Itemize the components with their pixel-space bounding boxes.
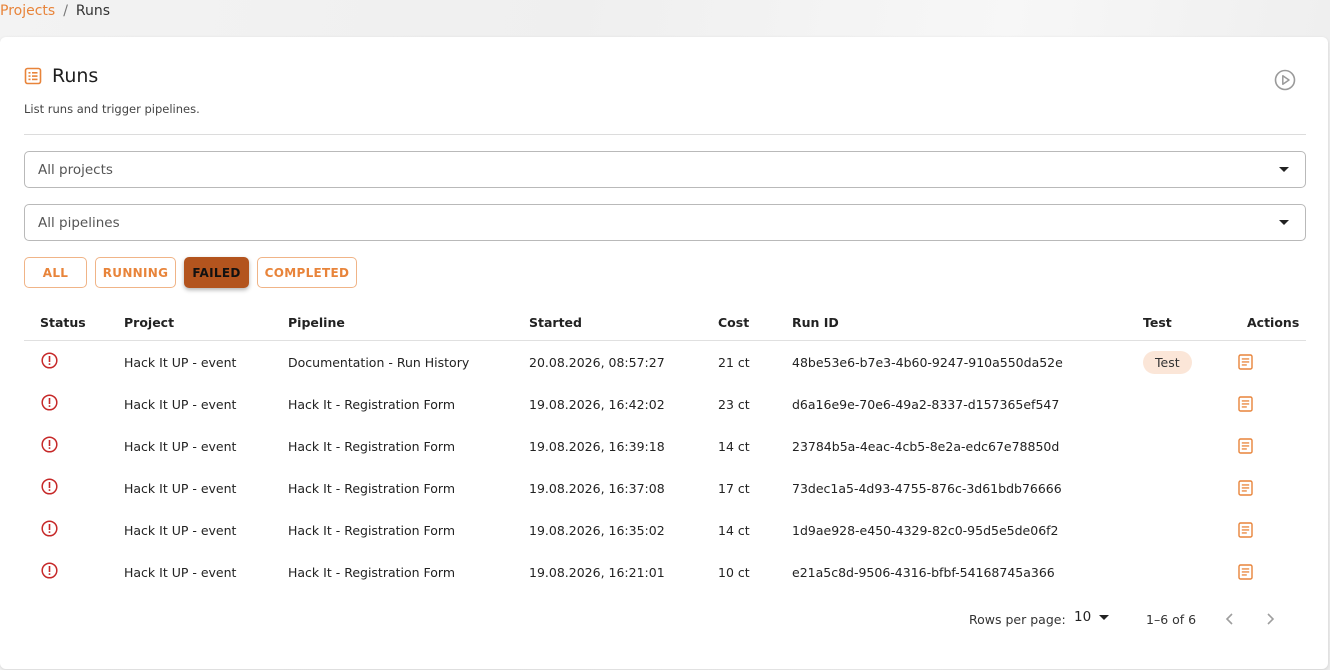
cell-cost: 23 ct [718, 397, 750, 412]
runs-table: Status Project Pipeline Started Cost Run… [24, 303, 1306, 593]
page-title: Runs [52, 65, 99, 87]
breadcrumb-projects-link[interactable]: Projects [0, 3, 55, 19]
cell-cost: 10 ct [718, 565, 750, 580]
runs-card: Runs List runs and trigger pipelines. Al… [0, 37, 1328, 669]
test-badge: Test [1143, 351, 1192, 374]
page-header: Runs [24, 65, 98, 87]
pagination-range: 1–6 of 6 [1146, 612, 1197, 627]
cell-project: Hack It UP - event [124, 397, 237, 412]
filter-chip-failed[interactable]: FAILED [184, 257, 249, 288]
view-log-icon[interactable] [1238, 480, 1253, 496]
rows-per-page-value: 10 [1074, 609, 1092, 625]
rows-per-page-select[interactable]: 10 [1074, 609, 1110, 625]
cell-run-id: d6a16e9e-70e6-49a2-8337-d157365ef547 [792, 397, 1060, 412]
status-filter-group: ALL RUNNING FAILED COMPLETED [24, 257, 357, 288]
column-header-pipeline: Pipeline [288, 315, 345, 330]
error-status-icon [41, 520, 58, 537]
cell-project: Hack It UP - event [124, 565, 237, 580]
table-row[interactable]: Hack It UP - event Hack It - Registration… [24, 509, 1306, 551]
list-icon [24, 67, 42, 85]
view-log-icon[interactable] [1238, 396, 1253, 412]
cell-pipeline: Hack It - Registration Form [288, 439, 456, 454]
error-status-icon [41, 562, 58, 579]
chevron-down-icon [1099, 614, 1110, 620]
page-subtitle: List runs and trigger pipelines. [24, 102, 200, 116]
column-header-actions: Actions [1247, 315, 1300, 330]
play-circle-icon[interactable] [1274, 69, 1296, 91]
error-status-icon [41, 478, 58, 495]
cell-project: Hack It UP - event [124, 355, 237, 370]
column-header-cost: Cost [718, 315, 750, 330]
cell-run-id: 73dec1a5-4d93-4755-876c-3d61bdb76666 [792, 481, 1062, 496]
project-select-value: All projects [38, 161, 113, 178]
cell-run-id: 1d9ae928-e450-4329-82c0-95d5e5de06f2 [792, 523, 1059, 538]
cell-run-id: 23784b5a-4eac-4cb5-8e2a-edc67e78850d [792, 439, 1060, 454]
cell-pipeline: Hack It - Registration Form [288, 481, 456, 496]
cell-started: 19.08.2026, 16:42:02 [529, 397, 665, 412]
error-status-icon [41, 352, 58, 369]
table-row[interactable]: Hack It UP - event Hack It - Registration… [24, 551, 1306, 593]
cell-started: 19.08.2026, 16:35:02 [529, 523, 665, 538]
breadcrumb-current: Runs [75, 3, 111, 19]
cell-run-id: e21a5c8d-9506-4316-bfbf-54168745a366 [792, 565, 1055, 580]
column-header-status: Status [40, 315, 86, 330]
chevron-down-icon [1279, 220, 1289, 225]
table-header: Status Project Pipeline Started Cost Run… [24, 303, 1306, 341]
table-row[interactable]: Hack It UP - event Documentation - Run Hi… [24, 341, 1306, 383]
error-status-icon [41, 436, 58, 453]
pipeline-select[interactable]: All pipelines [24, 204, 1306, 241]
view-log-icon[interactable] [1238, 564, 1253, 580]
chevron-right-icon[interactable] [1261, 610, 1279, 628]
cell-started: 19.08.2026, 16:37:08 [529, 481, 665, 496]
cell-project: Hack It UP - event [124, 523, 237, 538]
chevron-down-icon [1279, 167, 1289, 172]
breadcrumb: Projects / Runs [0, 2, 110, 20]
cell-cost: 17 ct [718, 481, 750, 496]
table-row[interactable]: Hack It UP - event Hack It - Registration… [24, 425, 1306, 467]
cell-started: 20.08.2026, 08:57:27 [529, 355, 665, 370]
chevron-left-icon[interactable] [1221, 610, 1239, 628]
cell-project: Hack It UP - event [124, 481, 237, 496]
cell-started: 19.08.2026, 16:39:18 [529, 439, 665, 454]
filter-chip-completed[interactable]: COMPLETED [257, 257, 357, 288]
cell-started: 19.08.2026, 16:21:01 [529, 565, 665, 580]
error-status-icon [41, 394, 58, 411]
table-row[interactable]: Hack It UP - event Hack It - Registration… [24, 383, 1306, 425]
cell-cost: 14 ct [718, 523, 750, 538]
filter-chip-all[interactable]: ALL [24, 257, 87, 288]
view-log-icon[interactable] [1238, 438, 1253, 454]
cell-cost: 21 ct [718, 355, 750, 370]
column-header-started: Started [529, 315, 582, 330]
cell-pipeline: Hack It - Registration Form [288, 397, 456, 412]
table-body: Hack It UP - event Documentation - Run Hi… [24, 341, 1306, 593]
column-header-project: Project [124, 315, 175, 330]
column-header-test: Test [1143, 315, 1172, 330]
table-row[interactable]: Hack It UP - event Hack It - Registration… [24, 467, 1306, 509]
cell-run-id: 48be53e6-b7e3-4b60-9247-910a550da52e [792, 355, 1063, 370]
cell-pipeline: Hack It - Registration Form [288, 565, 456, 580]
filter-chip-running[interactable]: RUNNING [95, 257, 176, 288]
cell-pipeline: Hack It - Registration Form [288, 523, 456, 538]
column-header-run-id: Run ID [792, 315, 839, 330]
view-log-icon[interactable] [1238, 354, 1253, 370]
rows-per-page-label: Rows per page: [969, 612, 1066, 627]
header-divider [24, 134, 1306, 135]
project-select[interactable]: All projects [24, 151, 1306, 188]
cell-pipeline: Documentation - Run History [288, 355, 470, 370]
pipeline-select-value: All pipelines [38, 214, 120, 231]
view-log-icon[interactable] [1238, 522, 1253, 538]
cell-cost: 14 ct [718, 439, 750, 454]
breadcrumb-separator: / [63, 3, 68, 19]
cell-project: Hack It UP - event [124, 439, 237, 454]
pagination: Rows per page: 10 1–6 of 6 [0, 609, 1328, 629]
